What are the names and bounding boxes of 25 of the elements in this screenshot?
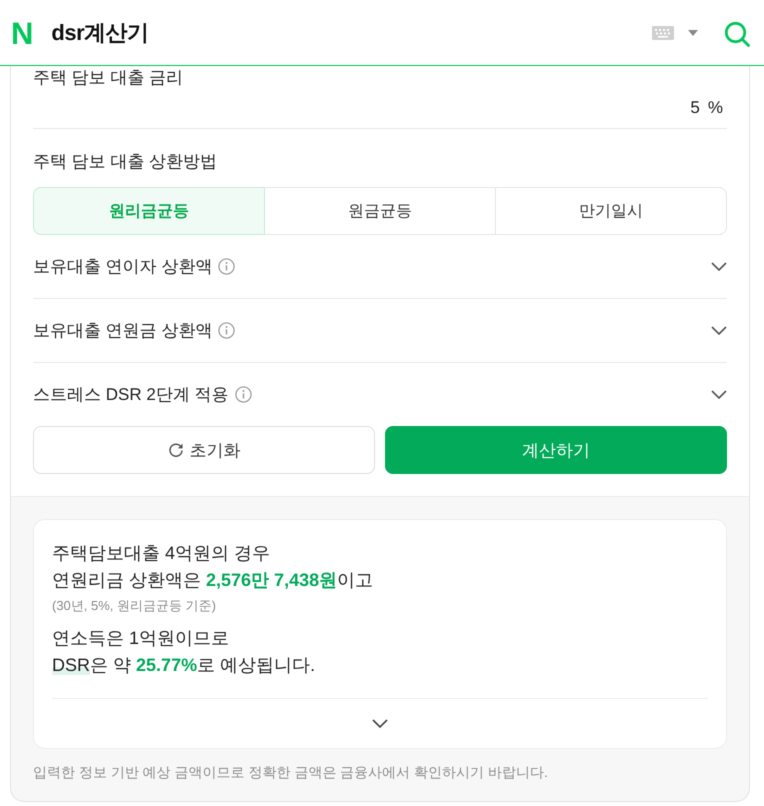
- chevron-down-icon[interactable]: [711, 262, 727, 271]
- page-title: dsr계산기: [51, 18, 149, 46]
- basis-note: (30년, 5%, 원리금균등 기준): [52, 597, 217, 615]
- result-text: 주택담보대출 4억원의 경우 연원리금 상환액은 2,576만 7,438원이고: [52, 542, 374, 592]
- info-icon[interactable]: [234, 386, 252, 403]
- chevron-down-icon[interactable]: [711, 326, 727, 335]
- info-icon[interactable]: [218, 322, 236, 339]
- info-icon[interactable]: [218, 258, 236, 275]
- result-text: 연소득은 1억원이므로 DSR은 약 25.77%로 예상됩니다.: [52, 627, 316, 677]
- reset-button[interactable]: 초기화: [33, 426, 375, 474]
- section-label[interactable]: 보유대출 연이자 상환액: [33, 255, 212, 278]
- field-label: 주택 담보 대출 상환방법: [33, 151, 218, 173]
- chevron-down-icon[interactable]: [711, 390, 727, 399]
- disclaimer-text: 입력한 정보 기반 예상 금액이므로 정확한 금액은 금융사에서 확인하시기 바랍니다.: [33, 763, 549, 782]
- field-label: 주택 담보 대출 금리: [33, 67, 184, 89]
- chevron-down-icon[interactable]: [372, 719, 388, 728]
- section-label[interactable]: 보유대출 연원금 상환액: [33, 319, 212, 342]
- rate-input[interactable]: 5: [670, 98, 700, 118]
- section-label[interactable]: 스트레스 DSR 2단계 적용: [33, 383, 229, 406]
- unit-label: %: [708, 98, 723, 118]
- repayment-option-tab[interactable]: 만기일시: [495, 187, 727, 235]
- refresh-icon: [168, 442, 184, 458]
- repayment-option-tab[interactable]: 원금균등: [264, 187, 496, 235]
- search-icon[interactable]: [724, 20, 750, 46]
- caret-icon[interactable]: [688, 30, 698, 36]
